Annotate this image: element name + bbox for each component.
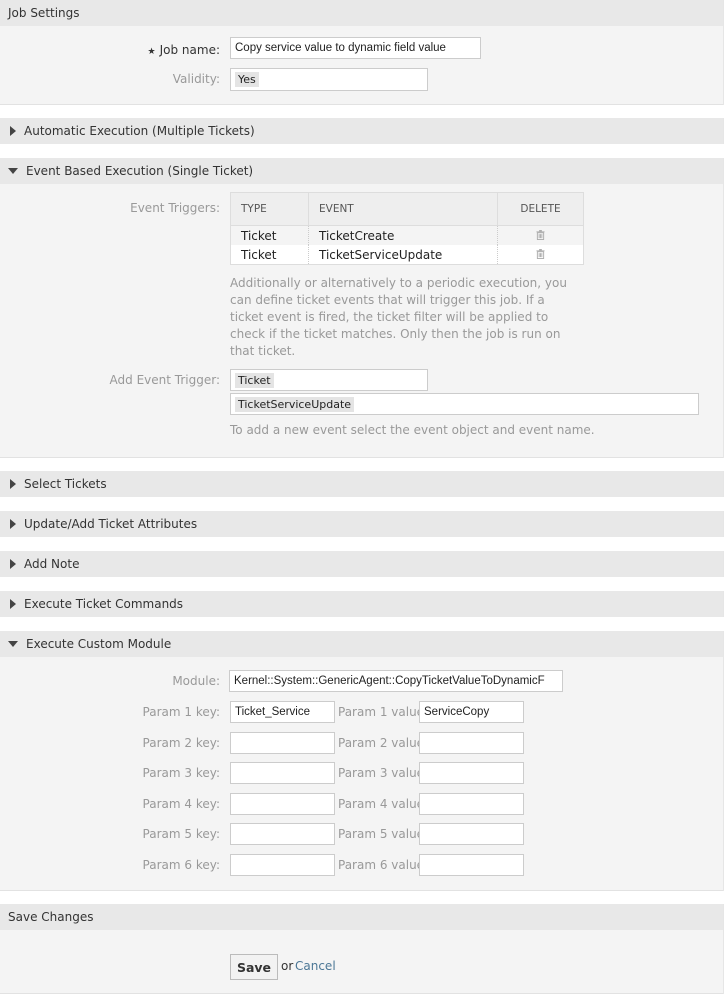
table-row: Ticket TicketServiceUpdate [230,245,584,265]
expand-icon [10,126,16,136]
job-name-label: ★ Job name: [100,43,220,57]
automatic-execution-title: Automatic Execution (Multiple Tickets) [24,124,255,138]
update-attributes-header[interactable]: Update/Add Ticket Attributes [0,511,723,537]
param-1-key-input[interactable]: Ticket_Service [230,701,335,723]
param-4-value-input[interactable] [419,792,524,815]
expand-icon [10,479,16,489]
param-6-value-input[interactable] [419,854,524,876]
add-event-help: To add a new event select the event obje… [230,423,595,437]
param-2-key-input[interactable] [230,731,335,754]
param-4-value-label: Param 4 value: [338,796,429,811]
event-object-selected-tag: Ticket [235,372,274,388]
row-type: Ticket [230,225,309,245]
or-text: or [281,959,294,973]
param-2-value-label: Param 2 value: [338,735,429,750]
validity-select[interactable]: Yes [230,68,428,91]
delete-cell [498,245,584,265]
param-6-key-label: Param 6 key: [142,858,220,872]
event-object-select[interactable]: Ticket [230,369,428,391]
job-name-label-text: Job name: [159,43,220,57]
param-3-value-input[interactable] [419,762,524,785]
validity-selected-tag: Yes [235,72,259,87]
param-1-value-input[interactable]: ServiceCopy [419,701,524,723]
param-3-key-input[interactable] [230,762,335,785]
execute-module-header[interactable]: Execute Custom Module [0,631,723,657]
trash-icon[interactable] [536,229,545,240]
automatic-execution-header[interactable]: Automatic Execution (Multiple Tickets) [0,118,723,144]
row-event: TicketCreate [308,225,498,245]
event-name-selected-tag: TicketServiceUpdate [235,396,355,412]
param-5-value-label: Param 5 value: [338,827,429,842]
table-row: Ticket TicketCreate [230,225,584,245]
required-star-icon: ★ [147,47,156,57]
param-3-value-label: Param 3 value: [338,766,429,781]
param-1-key-label: Param 1 key: [142,705,220,719]
delete-cell [497,225,584,245]
module-input[interactable]: Kernel::System::GenericAgent::CopyTicket… [229,670,563,692]
expand-icon [10,599,16,609]
param-6-key-input[interactable] [230,854,335,876]
param-2-key-label: Param 2 key: [142,735,220,750]
param-5-key-input[interactable] [230,823,335,846]
param-4-key-input[interactable] [230,792,335,815]
param-5-key-label: Param 5 key: [142,827,220,842]
param-3-key-label: Param 3 key: [142,766,220,781]
collapse-icon [8,641,18,647]
row-event: TicketServiceUpdate [308,245,498,265]
expand-icon [10,559,16,569]
job-settings-header: Job Settings [0,0,723,26]
job-settings-title: Job Settings [8,6,80,20]
job-name-input[interactable]: Copy service value to dynamic field valu… [230,37,481,59]
event-name-select[interactable]: TicketServiceUpdate [230,393,699,415]
save-changes-header: Save Changes [0,904,723,930]
update-attributes-panel: Update/Add Ticket Attributes [0,511,724,537]
add-note-header[interactable]: Add Note [0,551,723,577]
add-note-title: Add Note [24,557,80,571]
automatic-execution-panel: Automatic Execution (Multiple Tickets) [0,118,724,144]
cancel-link[interactable]: Cancel [295,959,336,973]
param-4-key-label: Param 4 key: [142,796,220,811]
column-header-event: EVENT [308,192,498,226]
execute-module-panel: Execute Custom Module Module: Kernel::Sy… [0,631,724,891]
event-triggers-label: Event Triggers: [130,201,220,215]
save-button[interactable]: Save [230,954,278,980]
event-triggers-help: Additionally or alternatively to a perio… [230,276,567,358]
select-tickets-title: Select Tickets [24,477,107,491]
save-changes-panel: Save Changes Save or Cancel [0,904,724,994]
param-5-value-input[interactable] [419,823,524,846]
event-based-execution-title: Event Based Execution (Single Ticket) [26,164,254,178]
select-tickets-header[interactable]: Select Tickets [0,471,723,497]
execute-commands-title: Execute Ticket Commands [24,597,184,611]
column-header-type: TYPE [230,192,309,226]
trash-icon[interactable] [536,248,545,259]
add-note-panel: Add Note [0,551,724,577]
execute-module-title: Execute Custom Module [26,637,172,651]
event-based-execution-header[interactable]: Event Based Execution (Single Ticket) [0,158,723,184]
event-based-execution-panel: Event Based Execution (Single Ticket) Ev… [0,158,724,458]
update-attributes-title: Update/Add Ticket Attributes [24,517,198,531]
add-event-trigger-label: Add Event Trigger: [109,373,220,387]
param-6-value-label: Param 6 value: [338,858,429,872]
execute-commands-panel: Execute Ticket Commands [0,591,724,617]
event-triggers-table: TYPE EVENT DELETE Ticket TicketCreate Ti… [230,192,584,265]
expand-icon [10,519,16,529]
row-type: Ticket [230,245,309,265]
select-tickets-panel: Select Tickets [0,471,724,497]
save-changes-title: Save Changes [8,910,94,924]
validity-label: Validity: [172,72,220,86]
job-settings-panel: Job Settings ★ Job name: Copy service val… [0,0,724,105]
param-2-value-input[interactable] [419,731,524,754]
column-header-delete: DELETE [497,192,584,226]
collapse-icon [8,168,18,174]
execute-commands-header[interactable]: Execute Ticket Commands [0,591,723,617]
param-1-value-label: Param 1 value: [338,705,429,719]
module-label: Module: [172,674,220,688]
